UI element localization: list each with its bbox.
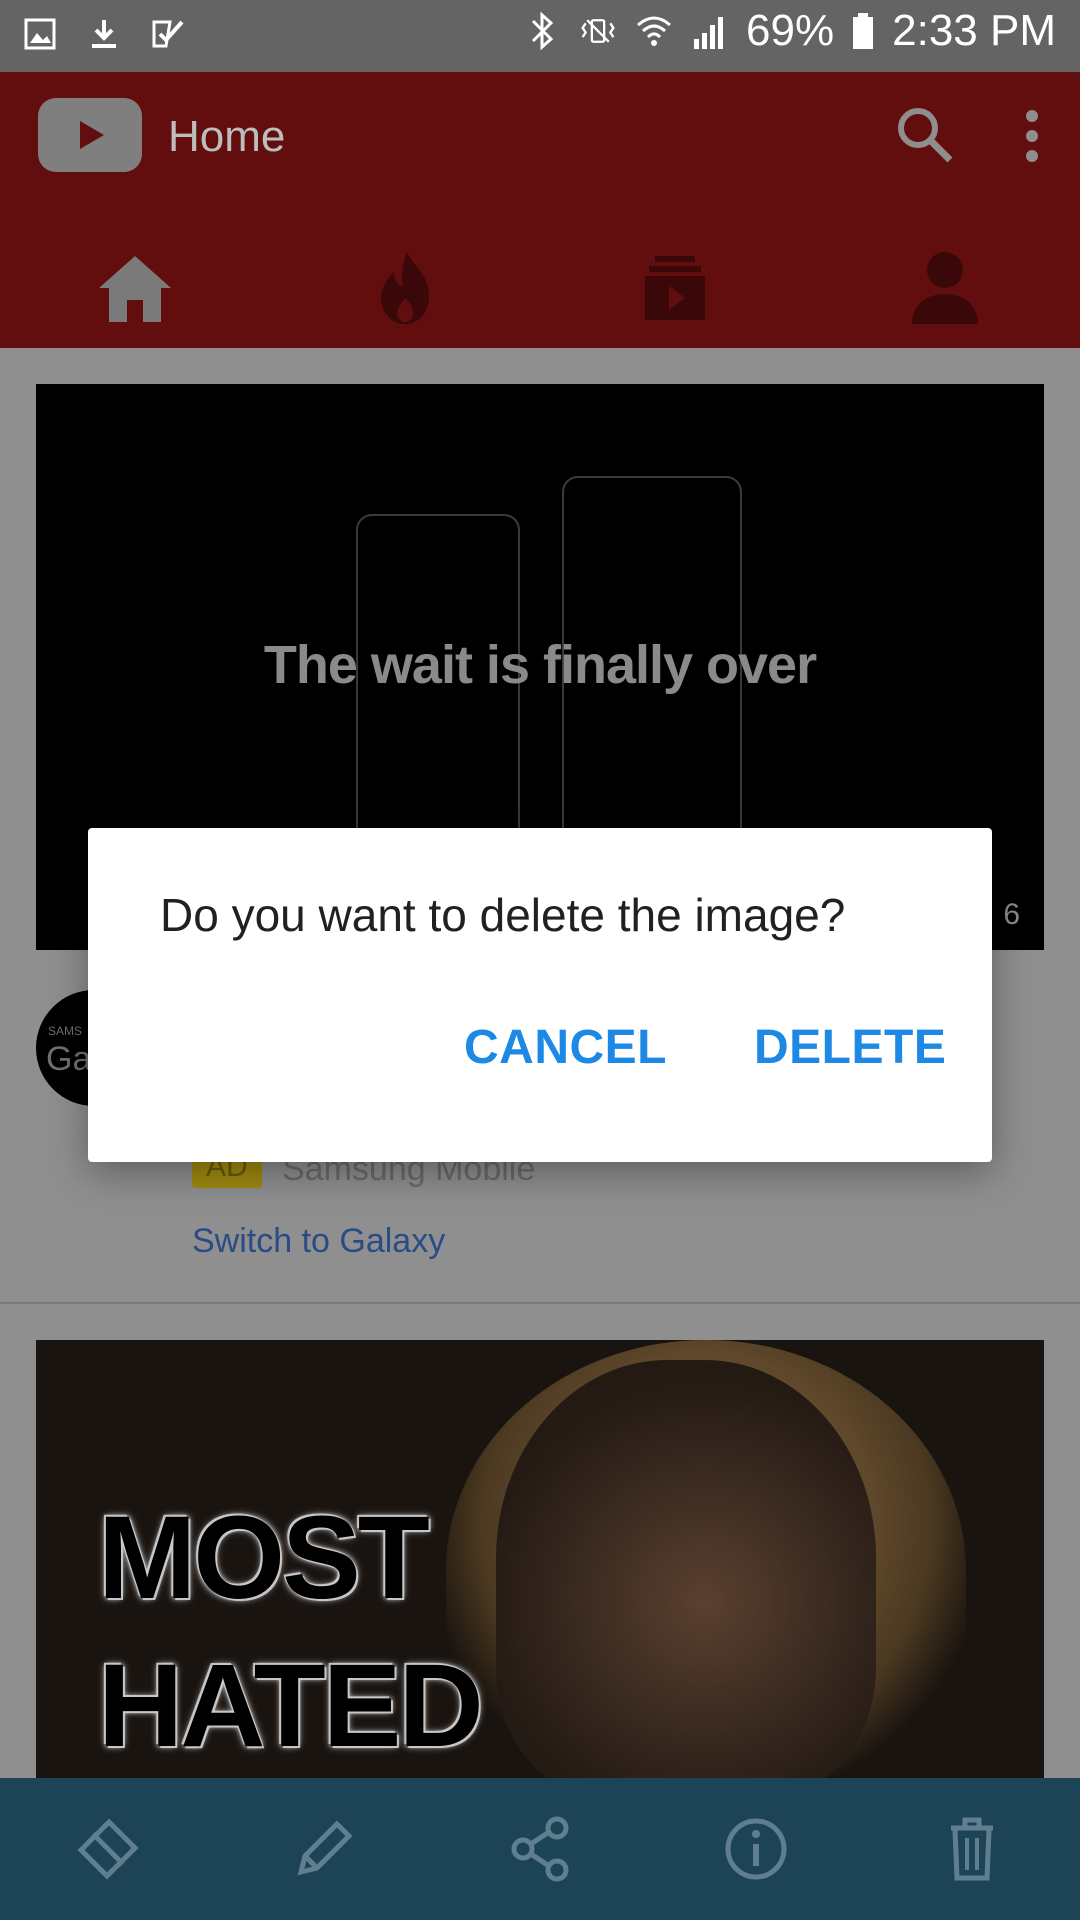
clock: 2:33 PM xyxy=(892,6,1056,55)
delete-image-button[interactable] xyxy=(924,1801,1020,1897)
share-icon xyxy=(511,1816,569,1882)
share-button[interactable] xyxy=(492,1801,588,1897)
gallery-icon xyxy=(20,12,60,56)
tab-home[interactable] xyxy=(0,228,270,348)
info-button[interactable] xyxy=(708,1801,804,1897)
divider xyxy=(0,1302,1080,1304)
avatar-text: Ga xyxy=(46,1040,92,1078)
page-title: Home xyxy=(168,112,286,161)
thumbnail-face xyxy=(496,1360,876,1780)
delete-button[interactable]: DELETE xyxy=(754,1020,946,1075)
tab-bar xyxy=(0,228,1080,348)
bottom-toolbar xyxy=(0,1778,1080,1920)
status-bar: 69% 2:33 PM xyxy=(0,0,1080,72)
crop-rotate-button[interactable] xyxy=(60,1801,156,1897)
home-icon xyxy=(99,256,171,322)
youtube-logo-icon[interactable] xyxy=(38,98,142,172)
tab-account[interactable] xyxy=(810,228,1080,348)
edit-button[interactable] xyxy=(276,1801,372,1897)
avatar-small-text: SAMS xyxy=(48,1024,83,1038)
trending-flame-icon xyxy=(381,252,429,324)
trash-icon xyxy=(951,1817,993,1881)
tab-trending[interactable] xyxy=(270,228,540,348)
thumbnail-text-line2: HATED xyxy=(98,1640,484,1772)
thumbnail-text-line1: MOST xyxy=(98,1492,430,1624)
battery-percent: 69% xyxy=(746,6,835,55)
more-options-icon[interactable] xyxy=(1016,104,1048,168)
video-duration: 6 xyxy=(1003,898,1020,931)
tasks-check-icon xyxy=(148,12,188,56)
signal-icon xyxy=(690,9,730,53)
ad-overlay-text: The wait is finally over xyxy=(263,635,817,695)
tab-subscriptions[interactable] xyxy=(540,228,810,348)
ad-cta-link[interactable]: Switch to Galaxy xyxy=(192,1222,445,1261)
download-icon xyxy=(84,12,124,56)
cancel-button[interactable]: CANCEL xyxy=(464,1020,667,1075)
crop-rotate-icon xyxy=(77,1818,139,1880)
account-icon xyxy=(912,252,978,324)
wifi-icon xyxy=(634,9,674,53)
status-right-icons: 69% 2:33 PM xyxy=(522,6,1056,56)
info-icon xyxy=(725,1818,787,1880)
bluetooth-icon xyxy=(522,9,562,53)
subscriptions-icon xyxy=(645,256,705,320)
video-thumbnail[interactable]: MOST HATED xyxy=(36,1340,1044,1780)
battery-icon xyxy=(850,9,876,53)
vibrate-icon xyxy=(578,9,618,53)
edit-pencil-icon xyxy=(297,1820,353,1876)
dialog-message: Do you want to delete the image? xyxy=(160,889,846,941)
search-icon[interactable] xyxy=(892,102,956,166)
status-left-icons xyxy=(20,12,188,56)
delete-confirm-dialog: Do you want to delete the image? CANCEL … xyxy=(88,828,992,1162)
